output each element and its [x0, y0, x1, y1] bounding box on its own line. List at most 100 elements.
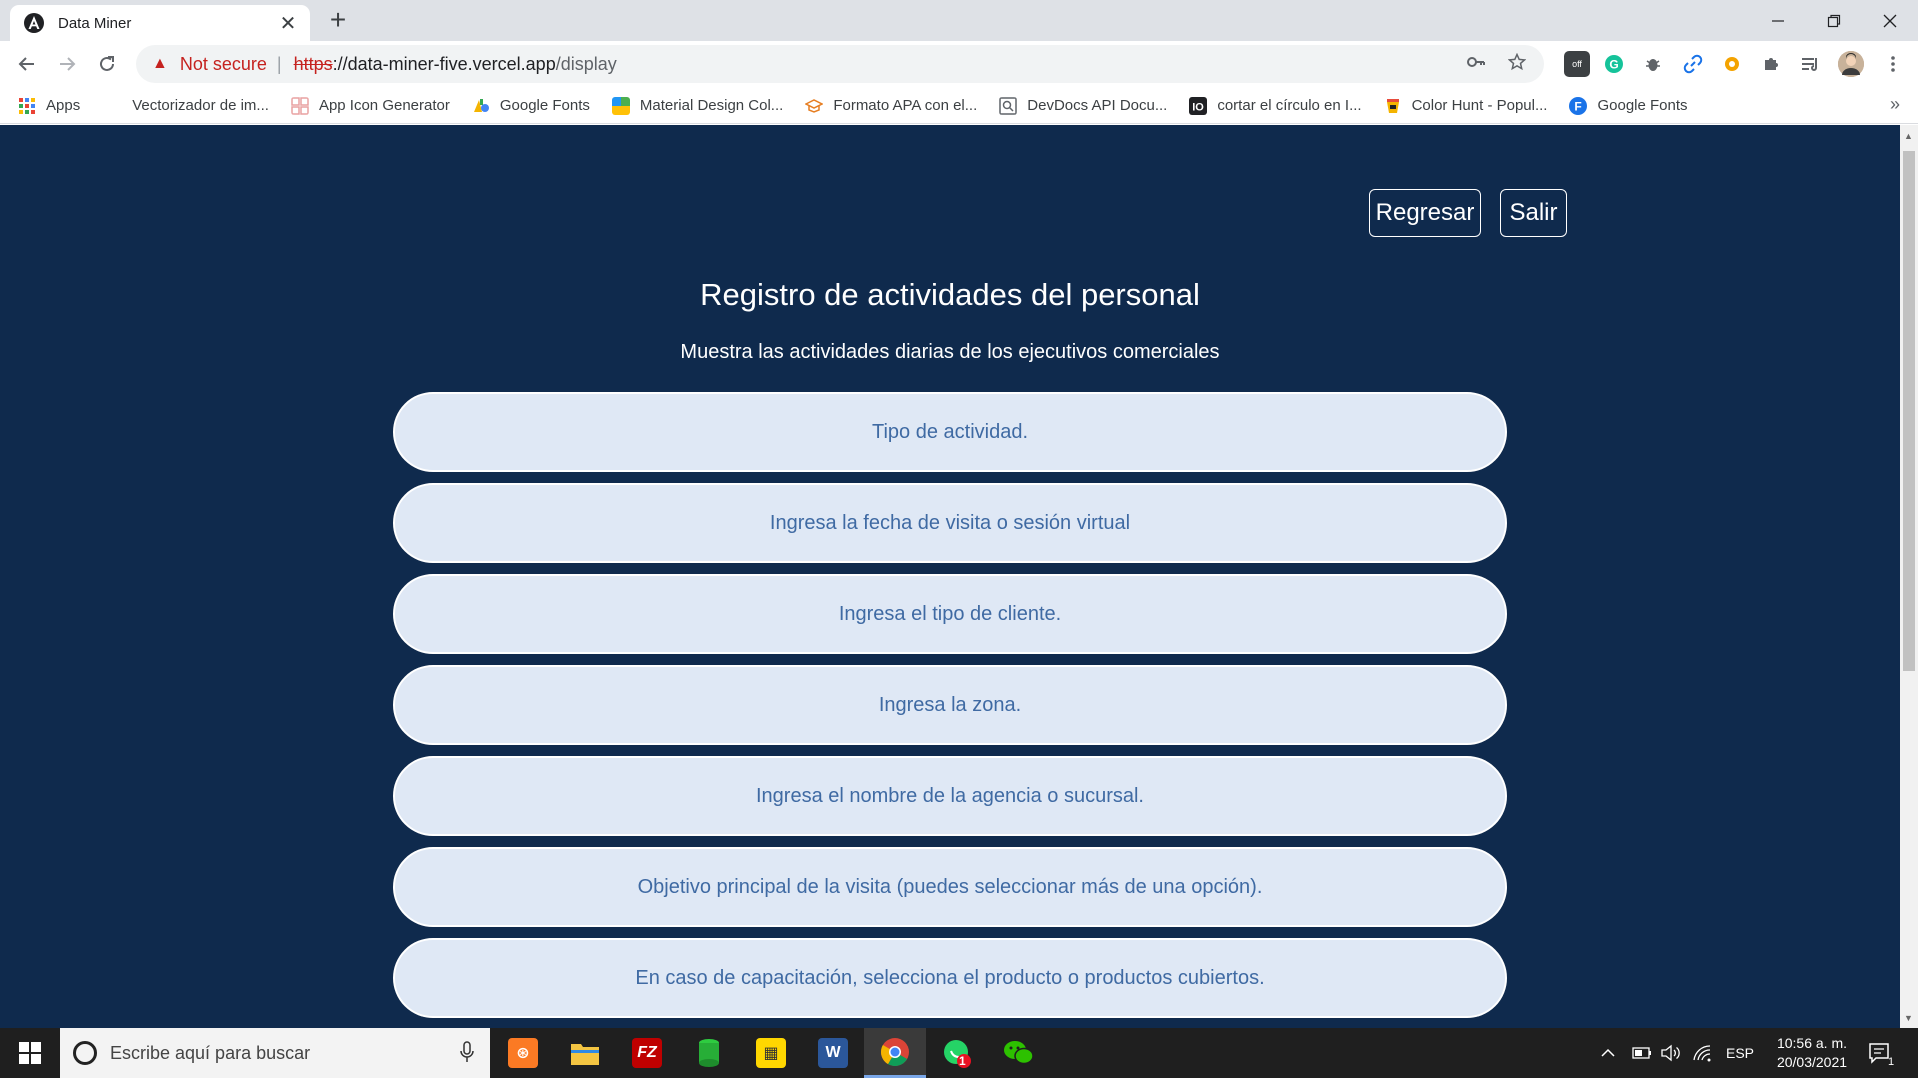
- google-fonts-f-icon: F: [1569, 96, 1588, 115]
- kebab-menu-icon[interactable]: [1880, 51, 1906, 77]
- bookmark-label: Apps: [46, 97, 81, 114]
- bookmark-color-hunt[interactable]: Color Hunt - Popul...: [1384, 97, 1548, 115]
- profile-avatar[interactable]: [1838, 51, 1864, 77]
- database-icon[interactable]: [678, 1028, 740, 1078]
- show-hidden-icons-icon[interactable]: [1600, 1028, 1616, 1078]
- reading-list-icon[interactable]: [1797, 51, 1823, 77]
- new-tab-button[interactable]: +: [324, 6, 352, 34]
- apa-icon: [805, 98, 824, 113]
- microphone-icon[interactable]: [460, 1041, 474, 1068]
- battery-icon[interactable]: [1630, 1028, 1652, 1078]
- option-tipo-cliente[interactable]: Ingresa el tipo de cliente.: [393, 574, 1507, 654]
- word-icon[interactable]: W: [802, 1028, 864, 1078]
- wechat-icon[interactable]: [988, 1028, 1050, 1078]
- bookmarks-overflow-icon[interactable]: »: [1890, 94, 1900, 115]
- back-arrow-icon[interactable]: [12, 49, 42, 79]
- reload-icon[interactable]: [92, 49, 122, 79]
- bookmarks-bar: Apps Vectorizador de im... App Icon Gene…: [0, 88, 1918, 124]
- forward-arrow-icon[interactable]: [52, 49, 82, 79]
- bookmark-app-icon-generator[interactable]: App Icon Generator: [291, 96, 450, 115]
- tab-strip: Data Miner ✕ +: [0, 0, 1918, 41]
- browser-toolbar: ▲ Not secure | https ://data-miner-five.…: [0, 41, 1918, 88]
- regresar-button[interactable]: Regresar: [1369, 189, 1481, 237]
- scrollbar-thumb[interactable]: [1903, 151, 1915, 671]
- google-fonts-icon: [473, 98, 489, 112]
- url-host: ://data-miner-five.vercel.app: [332, 53, 556, 74]
- svg-text:IO: IO: [1193, 101, 1205, 113]
- security-label[interactable]: Not secure: [180, 54, 267, 75]
- xampp-icon[interactable]: ⊛: [492, 1028, 554, 1078]
- taskbar-clock[interactable]: 10:56 a. m. 20/03/2021: [1760, 1034, 1864, 1072]
- bookmark-label: Formato APA con el...: [833, 97, 978, 114]
- option-zona[interactable]: Ingresa la zona.: [393, 665, 1507, 745]
- bookmark-material-design[interactable]: Material Design Col...: [611, 96, 783, 115]
- page-title: Registro de actividades del personal: [700, 277, 1200, 312]
- restore-icon[interactable]: [1806, 0, 1862, 41]
- tab-close-icon[interactable]: ✕: [278, 11, 298, 36]
- gear-extension-icon[interactable]: [1719, 51, 1745, 77]
- clock-date: 20/03/2021: [1776, 1054, 1848, 1070]
- puzzle-extensions-icon[interactable]: [1758, 51, 1784, 77]
- scroll-down-icon[interactable]: ▼: [1904, 1013, 1913, 1023]
- bookmark-label: Google Fonts: [499, 97, 590, 114]
- url-scheme: https: [293, 53, 333, 74]
- option-agencia-sucursal[interactable]: Ingresa el nombre de la agencia o sucurs…: [393, 756, 1507, 836]
- whatsapp-icon[interactable]: 1: [926, 1028, 988, 1078]
- devdocs-icon: [999, 96, 1018, 115]
- page-content: Regresar Salir Registro de actividades d…: [0, 125, 1900, 1028]
- app-icon-generator-icon: [291, 96, 309, 115]
- whatsapp-badge: 1: [959, 1054, 966, 1068]
- volume-icon[interactable]: [1660, 1028, 1682, 1078]
- bookmark-label: Google Fonts: [1597, 97, 1688, 114]
- tab-data-miner[interactable]: Data Miner ✕: [10, 5, 310, 41]
- bookmark-vectorizador[interactable]: Vectorizador de im...: [132, 97, 269, 114]
- notification-count: 1: [1888, 1056, 1895, 1068]
- windows-start-icon[interactable]: [0, 1028, 60, 1078]
- key-icon[interactable]: [1466, 53, 1486, 76]
- warning-triangle-icon: ▲: [152, 55, 168, 72]
- bookmark-google-fonts[interactable]: Google Fonts: [472, 97, 590, 115]
- option-fecha-visita[interactable]: Ingresa la fecha de visita o sesión virt…: [393, 483, 1507, 563]
- page-subtitle: Muestra las actividades diarias de los e…: [680, 341, 1220, 363]
- sticky-notes-icon[interactable]: ▦: [740, 1028, 802, 1078]
- taskbar-search-placeholder: Escribe aquí para buscar: [110, 1042, 311, 1063]
- taskbar-search-box[interactable]: Escribe aquí para buscar: [60, 1028, 490, 1078]
- filezilla-icon[interactable]: FZ: [616, 1028, 678, 1078]
- extension-off-icon[interactable]: off: [1564, 51, 1590, 77]
- address-separator: |: [276, 53, 282, 74]
- link-icon[interactable]: [1680, 51, 1706, 77]
- address-bar[interactable]: ▲ Not secure | https ://data-miner-five.…: [136, 45, 1544, 83]
- windows-taskbar: Escribe aquí para buscar ⊛ FZ ▦ W 1 ESP …: [0, 1028, 1918, 1078]
- bookmark-apps[interactable]: Apps: [18, 97, 80, 115]
- close-window-icon[interactable]: [1862, 0, 1918, 41]
- star-icon[interactable]: [1507, 52, 1527, 76]
- color-hunt-icon: [1386, 98, 1399, 113]
- svg-text:G: G: [1609, 58, 1618, 72]
- salir-button[interactable]: Salir: [1500, 189, 1567, 237]
- bookmark-label: DevDocs API Docu...: [1027, 97, 1168, 114]
- option-tipo-actividad[interactable]: Tipo de actividad.: [393, 392, 1507, 472]
- cortana-circle-icon: [73, 1041, 97, 1065]
- material-palette-icon: [611, 96, 630, 115]
- minimize-icon[interactable]: [1750, 0, 1806, 41]
- bookmark-label: Vectorizador de im...: [132, 97, 269, 114]
- page-scrollbar[interactable]: ▲ ▼: [1900, 125, 1918, 1028]
- scroll-up-icon[interactable]: ▲: [1904, 131, 1913, 141]
- file-explorer-icon[interactable]: [554, 1028, 616, 1078]
- input-language[interactable]: ESP: [1726, 1028, 1754, 1078]
- option-capacitacion-productos[interactable]: En caso de capacitación, selecciona el p…: [393, 938, 1507, 1018]
- wifi-icon[interactable]: [1692, 1028, 1714, 1078]
- svg-text:F: F: [1575, 99, 1582, 113]
- chrome-icon[interactable]: [864, 1028, 926, 1078]
- bookmark-cortar-circulo[interactable]: IO cortar el círculo en I...: [1189, 96, 1362, 115]
- notifications-icon[interactable]: 1: [1868, 1028, 1894, 1078]
- option-objetivo-visita[interactable]: Objetivo principal de la visita (puedes …: [393, 847, 1507, 927]
- url-path: /display: [555, 53, 617, 74]
- grammarly-icon[interactable]: G: [1601, 51, 1627, 77]
- bookmark-formato-apa[interactable]: Formato APA con el...: [805, 97, 977, 115]
- bookmark-google-fonts-2[interactable]: F Google Fonts: [1569, 96, 1688, 115]
- bookmark-label: App Icon Generator: [318, 97, 450, 114]
- bookmark-label: Color Hunt - Popul...: [1411, 97, 1548, 114]
- bookmark-devdocs[interactable]: DevDocs API Docu...: [999, 96, 1168, 115]
- bug-icon[interactable]: [1640, 51, 1666, 77]
